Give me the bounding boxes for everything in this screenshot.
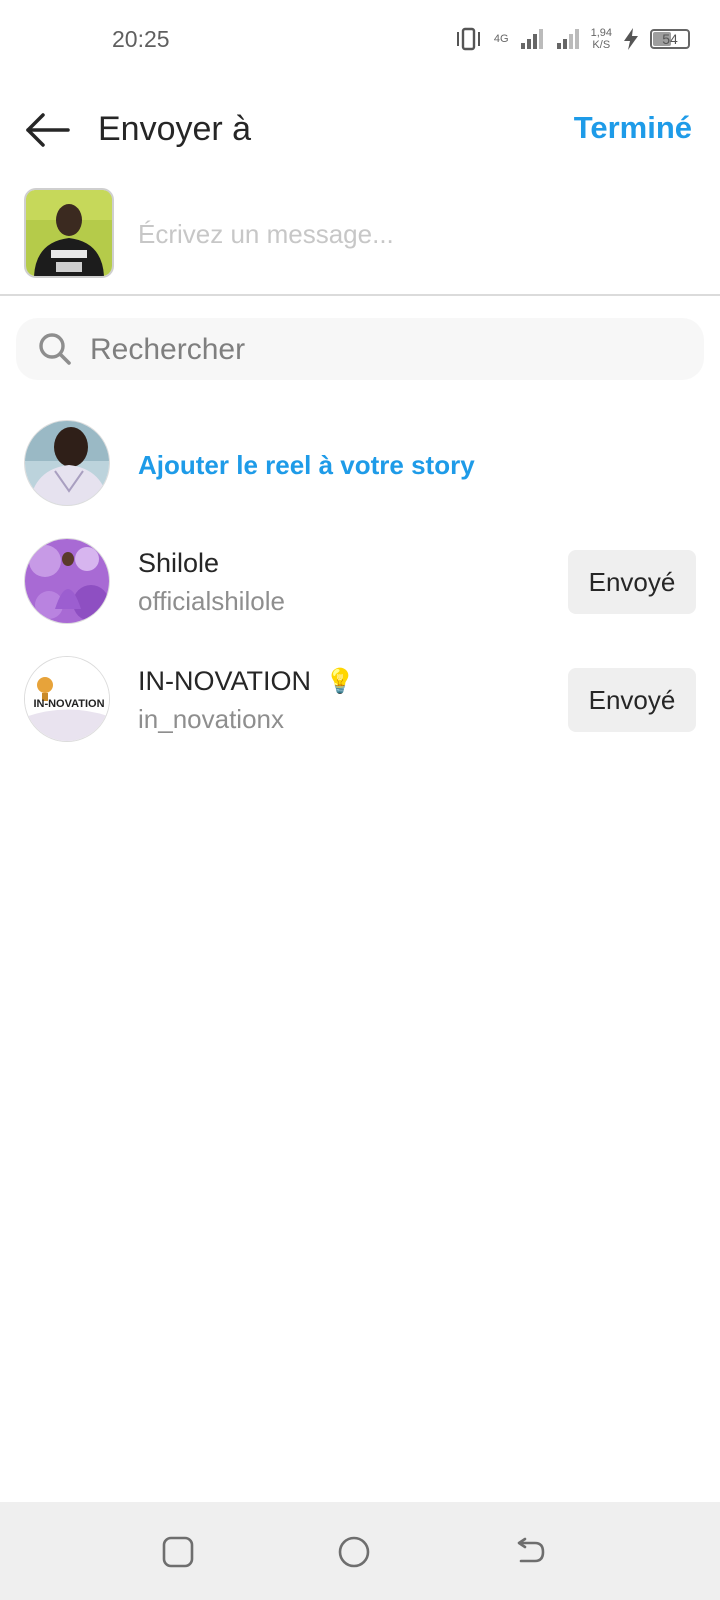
list-item[interactable]: Shilole officialshilole Envoyé bbox=[0, 538, 720, 628]
divider bbox=[0, 294, 720, 296]
add-to-story-label: Ajouter le reel à votre story bbox=[138, 450, 475, 480]
back-icon bbox=[517, 1537, 545, 1563]
contact-name: Shilole bbox=[138, 548, 219, 579]
message-input[interactable] bbox=[136, 210, 680, 258]
contact-name-text: IN-NOVATION bbox=[138, 666, 311, 696]
battery-level: 54 bbox=[662, 31, 678, 47]
home-icon bbox=[338, 1536, 370, 1568]
sent-button[interactable]: Envoyé bbox=[568, 550, 696, 614]
status-bar: 20:25 4G 1,94 K/S 54 bbox=[0, 0, 720, 80]
list-item[interactable]: IN-NOVATION IN-NOVATION 💡 in_novationx E… bbox=[0, 656, 720, 746]
innovation-logo-text: IN-NOVATION bbox=[33, 698, 104, 710]
header: Envoyer à Terminé bbox=[0, 90, 720, 170]
contact-name-text: Shilole bbox=[138, 548, 220, 578]
contact-avatar-image bbox=[25, 539, 109, 623]
system-back-button[interactable] bbox=[510, 1532, 550, 1572]
done-button[interactable]: Terminé bbox=[574, 110, 692, 146]
contact-username: in_novationx bbox=[138, 704, 284, 734]
home-button[interactable] bbox=[334, 1532, 374, 1572]
vibrate-icon bbox=[456, 27, 480, 51]
signal-icon bbox=[520, 29, 543, 49]
search-icon bbox=[39, 333, 71, 365]
contact-name: IN-NOVATION 💡 bbox=[138, 666, 355, 697]
battery-indicator: 54 bbox=[650, 29, 690, 49]
innovation-logo-avatar: IN-NOVATION bbox=[25, 657, 109, 741]
signal-icon-secondary bbox=[556, 29, 579, 49]
user-avatar-image bbox=[25, 421, 109, 505]
lightbulb-emoji: 💡 bbox=[325, 668, 355, 695]
speed-value: 1,94 bbox=[590, 27, 612, 39]
add-to-story-row[interactable]: Ajouter le reel à votre story bbox=[0, 420, 720, 510]
network-type: 4G bbox=[493, 33, 509, 45]
speed-unit: K/S bbox=[592, 39, 611, 51]
page-title: Envoyer à bbox=[98, 110, 252, 148]
search-input[interactable] bbox=[88, 326, 682, 374]
arrow-left-icon bbox=[26, 113, 70, 147]
search-bar[interactable] bbox=[16, 318, 704, 380]
avatar bbox=[24, 538, 110, 624]
system-nav-bar bbox=[0, 1502, 720, 1600]
charging-icon bbox=[624, 28, 638, 50]
recent-apps-icon bbox=[162, 1536, 194, 1568]
avatar: IN-NOVATION bbox=[24, 656, 110, 742]
status-time: 20:25 bbox=[112, 26, 170, 52]
message-composer bbox=[0, 188, 720, 292]
sent-button[interactable]: Envoyé bbox=[568, 668, 696, 732]
reel-thumbnail-image bbox=[26, 190, 112, 276]
recent-apps-button[interactable] bbox=[158, 1532, 198, 1572]
network-speed: 1,94 K/S bbox=[591, 27, 612, 51]
reel-thumbnail bbox=[24, 188, 114, 278]
avatar bbox=[24, 420, 110, 506]
status-icons: 4G 1,94 K/S 54 bbox=[454, 24, 690, 54]
contact-username: officialshilole bbox=[138, 586, 285, 616]
back-button[interactable] bbox=[22, 104, 74, 156]
